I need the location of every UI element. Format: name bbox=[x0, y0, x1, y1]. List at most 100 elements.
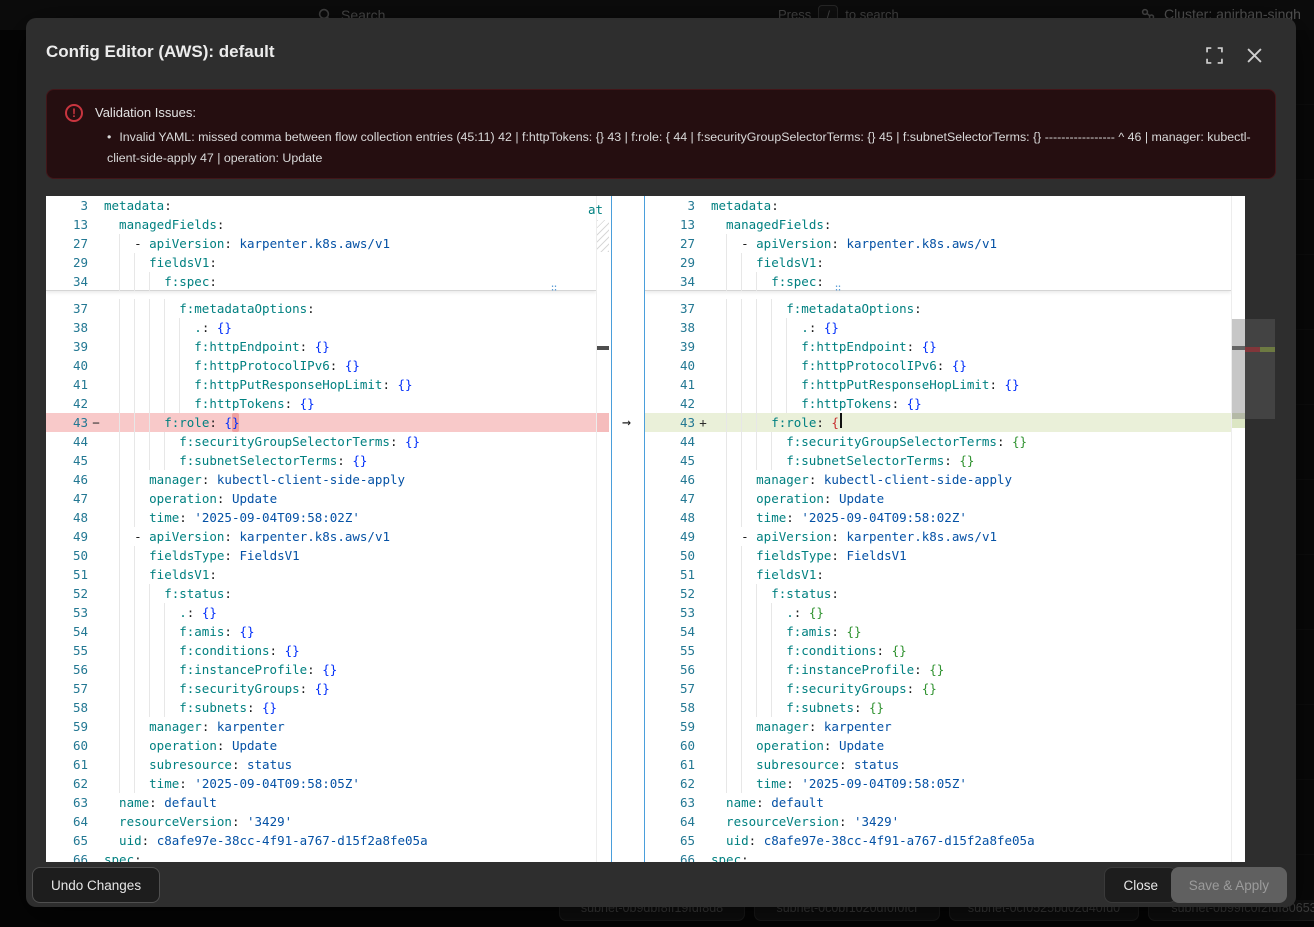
code-line-modified-41[interactable]: 41f:httpPutResponseHopLimit: {} bbox=[645, 375, 1231, 394]
code-line-original-56[interactable]: 56f:instanceProfile: {} bbox=[46, 660, 596, 679]
indent-guide bbox=[104, 356, 119, 375]
code-line-original-64[interactable]: 64resourceVersion: '3429' bbox=[46, 812, 596, 831]
code-line-modified-38[interactable]: 38.: {} bbox=[645, 318, 1231, 337]
code-line-modified-58[interactable]: 58f:subnets: {} bbox=[645, 698, 1231, 717]
code-line-original-41[interactable]: 41f:httpPutResponseHopLimit: {} bbox=[46, 375, 596, 394]
code-line-modified-44[interactable]: 44f:securityGroupSelectorTerms: {} bbox=[645, 432, 1231, 451]
line-number: 60 bbox=[46, 736, 88, 755]
yaml-value: {} bbox=[922, 337, 937, 356]
yaml-key: f:metadataOptions bbox=[179, 299, 307, 318]
code-line-modified-27[interactable]: 27- apiVersion: karpenter.k8s.aws/v1 bbox=[645, 234, 1231, 253]
code-line-modified-51[interactable]: 51fieldsV1: bbox=[645, 565, 1231, 584]
code-line-original-65[interactable]: 65uid: c8afe97e-38cc-4f91-a767-d15f2a8fe… bbox=[46, 831, 596, 850]
code-line-original-62[interactable]: 62time: '2025-09-04T09:58:05Z' bbox=[46, 774, 596, 793]
code-line-original-51[interactable]: 51fieldsV1: bbox=[46, 565, 596, 584]
code-line-original-63[interactable]: 63name: default bbox=[46, 793, 596, 812]
space bbox=[292, 394, 300, 413]
code-line-original-46[interactable]: 46manager: kubectl-client-side-apply bbox=[46, 470, 596, 489]
code-line-original-49[interactable]: 49- apiVersion: karpenter.k8s.aws/v1 bbox=[46, 527, 596, 546]
code-line-original-66[interactable]: 66spec: bbox=[46, 850, 596, 862]
code-line-modified-60[interactable]: 60operation: Update bbox=[645, 736, 1231, 755]
code-line-modified-56[interactable]: 56f:instanceProfile: {} bbox=[645, 660, 1231, 679]
code-line-original-38[interactable]: 38.: {} bbox=[46, 318, 596, 337]
code-line-modified-55[interactable]: 55f:conditions: {} bbox=[645, 641, 1231, 660]
modified-editor-pane[interactable]: 37f:metadataOptions:38.: {}39f:httpEndpo… bbox=[645, 196, 1231, 862]
code-line-modified-65[interactable]: 65uid: c8afe97e-38cc-4f91-a767-d15f2a8fe… bbox=[645, 831, 1231, 850]
original-editor-pane[interactable]: 37f:metadataOptions:38.: {}39f:httpEndpo… bbox=[46, 196, 596, 862]
code-line-modified-57[interactable]: 57f:securityGroups: {} bbox=[645, 679, 1231, 698]
code-line-modified-42[interactable]: 42f:httpTokens: {} bbox=[645, 394, 1231, 413]
code-line-original-50[interactable]: 50fieldsType: FieldsV1 bbox=[46, 546, 596, 565]
yaml-value: {} bbox=[869, 698, 884, 717]
diff-sign: + bbox=[695, 413, 711, 432]
colon: : bbox=[816, 253, 824, 272]
expand-region-icon[interactable]: ∷ bbox=[551, 283, 558, 294]
revert-change-arrow[interactable]: → bbox=[608, 413, 645, 432]
code-line-modified-62[interactable]: 62time: '2025-09-04T09:58:05Z' bbox=[645, 774, 1231, 793]
code-line-modified-49[interactable]: 49- apiVersion: karpenter.k8s.aws/v1 bbox=[645, 527, 1231, 546]
line-number: 50 bbox=[46, 546, 88, 565]
code-line-modified-46[interactable]: 46manager: kubectl-client-side-apply bbox=[645, 470, 1231, 489]
yaml-key: f:conditions bbox=[786, 641, 876, 660]
code-line-original-54[interactable]: 54f:amis: {} bbox=[46, 622, 596, 641]
code-line-modified-53[interactable]: 53.: {} bbox=[645, 603, 1231, 622]
code-line-modified-13[interactable]: 13managedFields: bbox=[645, 215, 1231, 234]
code-line-original-60[interactable]: 60operation: Update bbox=[46, 736, 596, 755]
code-line-modified-50[interactable]: 50fieldsType: FieldsV1 bbox=[645, 546, 1231, 565]
indent-guide bbox=[179, 356, 194, 375]
diff-sign bbox=[695, 299, 711, 318]
close-dialog-button[interactable] bbox=[1244, 45, 1264, 65]
yaml-value: '2025-09-04T09:58:05Z' bbox=[801, 774, 967, 793]
code-line-modified-66[interactable]: 66spec: bbox=[645, 850, 1231, 862]
yaml-diff-editor[interactable]: 37f:metadataOptions:38.: {}39f:httpEndpo… bbox=[46, 196, 1245, 862]
code-line-modified-34[interactable]: 34f:spec: bbox=[645, 272, 1231, 291]
code-line-original-3[interactable]: 3metadata: bbox=[46, 196, 596, 215]
colon: : bbox=[202, 470, 210, 489]
code-line-modified-47[interactable]: 47operation: Update bbox=[645, 489, 1231, 508]
code-line-original-29[interactable]: 29fieldsV1: bbox=[46, 253, 596, 272]
code-line-modified-61[interactable]: 61subresource: status bbox=[645, 755, 1231, 774]
code-line-modified-59[interactable]: 59manager: karpenter bbox=[645, 717, 1231, 736]
indent-guide bbox=[104, 234, 119, 253]
code-line-original-55[interactable]: 55f:conditions: {} bbox=[46, 641, 596, 660]
code-line-original-53[interactable]: 53.: {} bbox=[46, 603, 596, 622]
modified-overview-ruler bbox=[1231, 196, 1245, 862]
code-line-original-37[interactable]: 37f:metadataOptions: bbox=[46, 299, 596, 318]
code-line-modified-52[interactable]: 52f:status: bbox=[645, 584, 1231, 603]
fullscreen-button[interactable] bbox=[1204, 45, 1224, 65]
close-button[interactable]: Close bbox=[1104, 867, 1177, 903]
code-line-modified-3[interactable]: 3metadata: bbox=[645, 196, 1231, 215]
alert-circle-icon: ! bbox=[65, 104, 83, 122]
code-line-modified-48[interactable]: 48time: '2025-09-04T09:58:02Z' bbox=[645, 508, 1231, 527]
code-line-original-52[interactable]: 52f:status: bbox=[46, 584, 596, 603]
code-line-modified-43[interactable]: 43+f:role: { bbox=[645, 413, 1231, 432]
modal-scrollbar-thumb[interactable] bbox=[1245, 319, 1275, 419]
code-line-original-45[interactable]: 45f:subnetSelectorTerms: {} bbox=[46, 451, 596, 470]
code-line-original-13[interactable]: 13managedFields: bbox=[46, 215, 596, 234]
code-line-modified-45[interactable]: 45f:subnetSelectorTerms: {} bbox=[645, 451, 1231, 470]
code-line-original-44[interactable]: 44f:securityGroupSelectorTerms: {} bbox=[46, 432, 596, 451]
code-line-original-40[interactable]: 40f:httpProtocolIPv6: {} bbox=[46, 356, 596, 375]
code-line-modified-39[interactable]: 39f:httpEndpoint: {} bbox=[645, 337, 1231, 356]
code-line-modified-40[interactable]: 40f:httpProtocolIPv6: {} bbox=[645, 356, 1231, 375]
code-line-original-61[interactable]: 61subresource: status bbox=[46, 755, 596, 774]
editor-scrollbar-thumb[interactable] bbox=[1232, 319, 1245, 419]
code-line-original-59[interactable]: 59manager: karpenter bbox=[46, 717, 596, 736]
expand-region-icon[interactable]: ∷ bbox=[835, 283, 842, 294]
code-line-modified-63[interactable]: 63name: default bbox=[645, 793, 1231, 812]
code-line-original-47[interactable]: 47operation: Update bbox=[46, 489, 596, 508]
undo-changes-button[interactable]: Undo Changes bbox=[32, 867, 160, 903]
code-line-original-43[interactable]: 43−f:role: {} bbox=[46, 413, 596, 432]
code-line-modified-37[interactable]: 37f:metadataOptions: bbox=[645, 299, 1231, 318]
code-line-original-42[interactable]: 42f:httpTokens: {} bbox=[46, 394, 596, 413]
space bbox=[157, 793, 165, 812]
code-line-original-58[interactable]: 58f:subnets: {} bbox=[46, 698, 596, 717]
code-line-modified-64[interactable]: 64resourceVersion: '3429' bbox=[645, 812, 1231, 831]
code-line-modified-54[interactable]: 54f:amis: {} bbox=[645, 622, 1231, 641]
code-line-original-57[interactable]: 57f:securityGroups: {} bbox=[46, 679, 596, 698]
code-line-original-39[interactable]: 39f:httpEndpoint: {} bbox=[46, 337, 596, 356]
code-line-original-27[interactable]: 27- apiVersion: karpenter.k8s.aws/v1 bbox=[46, 234, 596, 253]
code-line-original-34[interactable]: 34f:spec: bbox=[46, 272, 596, 291]
code-line-modified-29[interactable]: 29fieldsV1: bbox=[645, 253, 1231, 272]
code-line-original-48[interactable]: 48time: '2025-09-04T09:58:02Z' bbox=[46, 508, 596, 527]
